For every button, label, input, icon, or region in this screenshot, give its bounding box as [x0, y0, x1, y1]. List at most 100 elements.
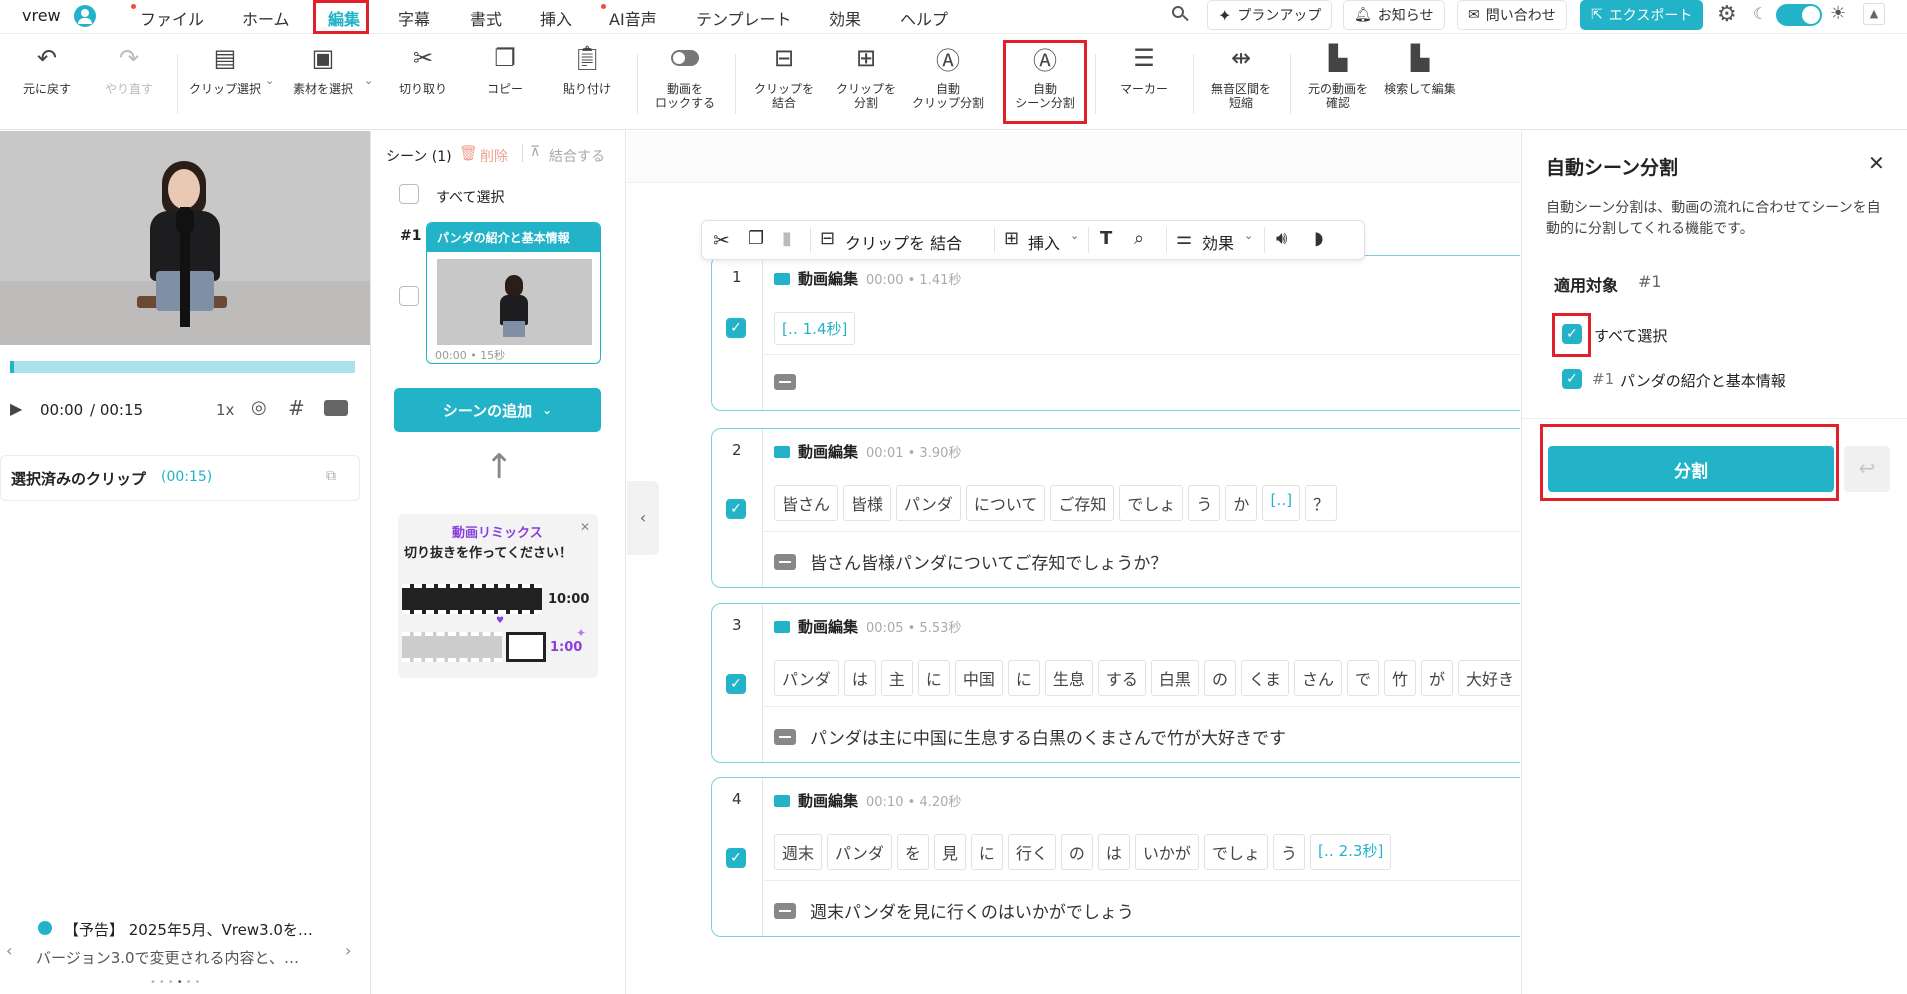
camera-icon[interactable]: ◎: [251, 397, 267, 418]
word-chip[interactable]: でしょ: [1119, 485, 1184, 521]
word-chip[interactable]: 大好き: [1458, 660, 1520, 696]
scene-checkbox[interactable]: [399, 286, 419, 306]
word-chip[interactable]: ？: [1305, 485, 1338, 521]
add-scene-button[interactable]: シーンの追加 ⌄: [394, 388, 601, 432]
menu-format[interactable]: 書式: [470, 6, 502, 30]
subtitle-row[interactable]: 皆さん皆様パンダについてご存知でしょうか？: [774, 549, 1167, 574]
clip-checkbox[interactable]: ✓: [726, 674, 746, 694]
external-link-icon[interactable]: ⧉: [326, 468, 336, 484]
account-icon[interactable]: [74, 5, 96, 27]
subtitle-text[interactable]: 週末パンダを見に行くのはいかがでしょう: [810, 898, 1134, 923]
cut-button[interactable]: ✂ 切り取り: [383, 34, 463, 96]
announcement-title[interactable]: 【予告】 2025年5月、Vrew3.0を…: [64, 919, 313, 940]
close-icon[interactable]: ✕: [1868, 151, 1885, 175]
word-chip[interactable]: う: [1188, 485, 1221, 521]
collapse-scenes-button[interactable]: ‹: [627, 481, 659, 555]
word-chip[interactable]: 皆さん: [774, 485, 839, 521]
volume-icon[interactable]: 🔊︎: [1276, 228, 1287, 249]
word-chip[interactable]: 見: [933, 834, 966, 870]
find-icon[interactable]: ⌕: [1134, 228, 1144, 249]
word-chip[interactable]: パンダ: [827, 834, 892, 870]
word-chip[interactable]: さん: [1293, 660, 1342, 696]
speed-button[interactable]: 1x: [216, 401, 234, 419]
combine-scene-button[interactable]: 結合する: [549, 146, 605, 166]
gear-icon[interactable]: ⚙: [1717, 2, 1737, 27]
close-icon[interactable]: ✕: [580, 520, 590, 534]
merge-clip-button[interactable]: ⊟ クリップを 結合: [744, 34, 824, 110]
word-chip[interactable]: 白黒: [1150, 660, 1199, 696]
copy-icon[interactable]: ❐: [748, 228, 764, 249]
grid-icon[interactable]: #: [288, 396, 305, 420]
silence-chip[interactable]: [‥]: [1262, 485, 1301, 521]
word-chip[interactable]: する: [1097, 660, 1146, 696]
chevron-right-icon[interactable]: ›: [345, 941, 351, 960]
auto-clip-split-button[interactable]: Ⓐ 自動 クリップ分割: [908, 34, 988, 111]
word-chip[interactable]: の: [1203, 660, 1236, 696]
subtitle-row[interactable]: [774, 374, 810, 390]
scene-item-checkbox[interactable]: ✓: [1562, 369, 1582, 389]
text-icon[interactable]: T: [1100, 228, 1112, 249]
chevron-down-icon[interactable]: ⌄: [364, 74, 373, 87]
fade-icon[interactable]: ◗: [1314, 228, 1323, 249]
menu-insert[interactable]: 挿入: [540, 6, 572, 30]
word-chip[interactable]: う: [1272, 834, 1305, 870]
scene-card[interactable]: パンダの紹介と基本情報 00:00 • 15秒: [426, 222, 601, 364]
word-chip[interactable]: について: [965, 485, 1046, 521]
subtitle-row[interactable]: パンダは主に中国に生息する白黒のくまさんで竹が大好きです: [774, 724, 1286, 749]
chevron-left-icon[interactable]: ‹: [6, 941, 12, 960]
menu-subtitle[interactable]: 字幕: [398, 6, 430, 30]
video-preview[interactable]: [0, 131, 370, 345]
paste-button[interactable]: 📋︎ 貼り付け: [547, 34, 627, 96]
notice-button[interactable]: 🔔︎ お知らせ: [1343, 0, 1445, 30]
clip-card[interactable]: 4 ✓ 動画編集 00:10 • 4.20秒 週末 パンダを見に行くのはいかが でしょう [‥…: [711, 777, 1520, 937]
clip-card[interactable]: 1 ✓ 動画編集 00:00 • 1.41秒 [‥ 1.4秒]: [711, 255, 1520, 411]
clip-checkbox[interactable]: ✓: [726, 499, 746, 519]
playback-progress[interactable]: [10, 361, 355, 373]
clip-card[interactable]: 3 ✓ 動画編集 00:05 • 5.53秒 パンダは主に中国に生息 する 白黒のくま さんで…: [711, 603, 1520, 763]
search-icon[interactable]: [1171, 5, 1189, 23]
marker-button[interactable]: ☰ マーカー: [1104, 34, 1184, 96]
word-chip[interactable]: 竹: [1384, 660, 1417, 696]
undo-split-button[interactable]: ↩: [1844, 446, 1890, 492]
export-button[interactable]: ⇱ エクスポート: [1580, 0, 1704, 30]
scissors-icon[interactable]: ✂: [713, 228, 730, 252]
delete-scene-button[interactable]: 削除: [480, 146, 508, 166]
contact-button[interactable]: ✉ 問い合わせ: [1457, 0, 1567, 30]
clip-card[interactable]: 2 ✓ 動画編集 00:01 • 3.90秒 皆さん 皆様 パンダ について ご存知 でしょうか[…: [711, 428, 1520, 588]
lock-video-button[interactable]: 動画を ロックする: [645, 34, 725, 110]
promo-card[interactable]: 動画リミックス ✕ 切り抜きを作ってください！ 10:00 ♥ 1:00 ✦: [398, 514, 598, 678]
word-chip[interactable]: 皆様: [843, 485, 892, 521]
floating-merge-button[interactable]: クリップを 結合: [845, 230, 962, 254]
clip-checkbox[interactable]: ✓: [726, 848, 746, 868]
menu-home[interactable]: ホーム: [242, 6, 290, 30]
word-chip[interactable]: 主: [880, 660, 913, 696]
shorten-silence-button[interactable]: ⇹ 無音区間を 短縮: [1201, 34, 1281, 110]
word-chip[interactable]: 週末: [774, 834, 823, 870]
undo-button[interactable]: ↶ 元に戻す: [7, 34, 87, 96]
menu-help[interactable]: ヘルプ: [900, 6, 948, 30]
word-chip[interactable]: に: [970, 834, 1003, 870]
subtitle-toggle-icon[interactable]: [324, 400, 348, 416]
word-chip[interactable]: を: [896, 834, 929, 870]
word-chip[interactable]: 行く: [1007, 834, 1056, 870]
word-chip[interactable]: パンダ: [774, 660, 839, 696]
theme-toggle[interactable]: [1776, 4, 1822, 26]
word-chip[interactable]: ご存知: [1050, 485, 1115, 521]
word-chip[interactable]: でしょ: [1203, 834, 1268, 870]
material-select-button[interactable]: ▣ 素材を選択: [283, 34, 363, 96]
plan-up-button[interactable]: ✦ プランアップ: [1207, 0, 1333, 30]
search-edit-button[interactable]: ▙ 検索して編集: [1380, 34, 1460, 96]
redo-button[interactable]: ↷ やり直す: [89, 34, 169, 96]
collapse-ribbon-button[interactable]: ▲: [1863, 3, 1885, 25]
play-icon[interactable]: ▶: [10, 399, 22, 418]
chevron-down-icon[interactable]: ⌄: [265, 74, 274, 87]
word-chip[interactable]: で: [1346, 660, 1379, 696]
clipboard-icon[interactable]: ▮: [782, 228, 792, 249]
word-chip[interactable]: に: [1007, 660, 1040, 696]
word-chip[interactable]: いかが: [1134, 834, 1199, 870]
word-chip[interactable]: 中国: [954, 660, 1003, 696]
menu-file[interactable]: ファイル: [140, 6, 204, 30]
clip-checkbox[interactable]: ✓: [726, 318, 746, 338]
word-chip[interactable]: 生息: [1044, 660, 1093, 696]
floating-effect-button[interactable]: 効果: [1202, 230, 1234, 254]
